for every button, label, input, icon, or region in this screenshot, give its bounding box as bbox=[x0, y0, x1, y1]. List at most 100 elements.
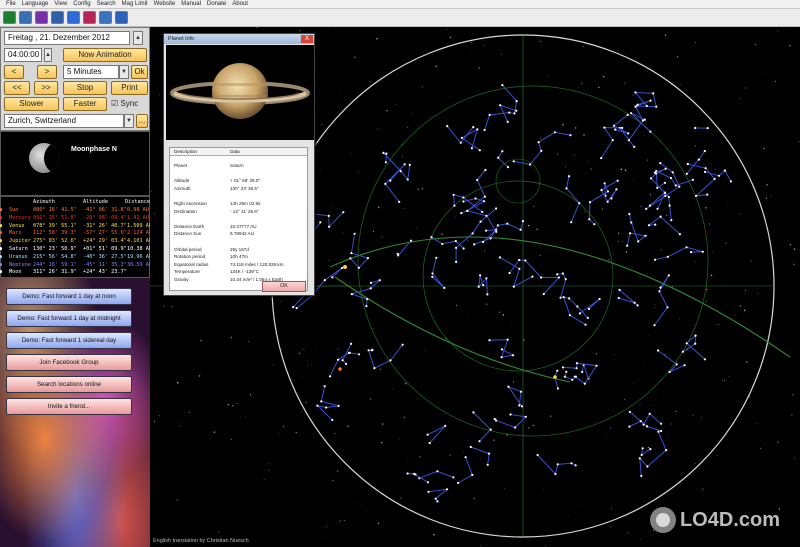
menu-website[interactable]: Website bbox=[151, 0, 179, 8]
star bbox=[485, 303, 488, 305]
constellation-line bbox=[453, 194, 483, 213]
demo-button[interactable]: Invite a friend... bbox=[6, 398, 132, 415]
stop-button[interactable]: Stop bbox=[63, 81, 107, 95]
planet-distance: 30.59 AU bbox=[127, 261, 152, 268]
menu-mag-limit[interactable]: Mag Limit bbox=[119, 0, 151, 8]
star bbox=[582, 154, 584, 156]
world-icon[interactable] bbox=[99, 11, 112, 24]
sync-checkbox[interactable]: ☑ Sync bbox=[111, 97, 138, 111]
menu-config[interactable]: Config bbox=[70, 0, 93, 8]
step-forward-button[interactable]: > bbox=[37, 65, 57, 79]
planet-row[interactable]: ● Saturn 130° 23' 50.9" +01° 51' 09.9" 10.38… bbox=[0, 246, 152, 253]
step-size-select[interactable]: 5 Minutes bbox=[63, 65, 119, 79]
planet-row[interactable]: ● Jupiter 275° 03' 52.6" +24° 29' 03.4" 4.10… bbox=[0, 238, 152, 245]
close-icon[interactable]: X bbox=[301, 35, 313, 43]
constellation-star bbox=[349, 257, 352, 260]
constellation-star bbox=[389, 359, 392, 362]
time-field[interactable]: 04:00:00 bbox=[4, 48, 42, 62]
star bbox=[498, 311, 500, 313]
constellation-star bbox=[483, 128, 486, 132]
palette-icon[interactable] bbox=[35, 11, 48, 24]
constellation-line bbox=[489, 339, 515, 358]
constellation-star bbox=[528, 163, 532, 166]
location-select[interactable]: Zurich, Switzerland bbox=[4, 114, 124, 128]
info-value: 10.37777 AU bbox=[230, 223, 257, 229]
star bbox=[321, 123, 323, 125]
demo-button[interactable]: Demo: Fast forward 1 day at noon bbox=[6, 288, 132, 305]
constellation-star bbox=[358, 353, 361, 356]
star bbox=[412, 112, 414, 114]
demo-button[interactable]: Demo: Fast forward 1 day at midnight bbox=[6, 310, 132, 327]
date-field[interactable]: Freitag , 21. Dezember 2012 bbox=[4, 31, 130, 45]
planet-row[interactable]: ● Venus 078° 39' 55.1" -31° 26' 40.7" 1.509 … bbox=[0, 223, 152, 230]
fast-back-button[interactable]: << bbox=[4, 81, 30, 95]
menu-about[interactable]: About bbox=[229, 0, 251, 8]
star bbox=[595, 353, 598, 355]
constellation-star bbox=[640, 474, 643, 477]
planet-row[interactable]: ● Uranus 215° 56' 54.8" -40° 36' 27.5" 19.96… bbox=[0, 254, 152, 261]
star bbox=[399, 437, 400, 439]
demo-button[interactable]: Join Facebook Group bbox=[6, 354, 132, 371]
step-size-dropdown-icon[interactable]: ▼ bbox=[119, 65, 129, 79]
slower-button[interactable]: Slower bbox=[4, 97, 59, 111]
constellation-star bbox=[501, 150, 504, 153]
constellation-star bbox=[648, 412, 651, 415]
constellation-star bbox=[655, 172, 658, 175]
constellation-line bbox=[612, 114, 629, 134]
star bbox=[325, 538, 327, 539]
constellation-star bbox=[706, 193, 709, 196]
step-back-button[interactable]: < bbox=[4, 65, 24, 79]
planet-row[interactable]: ● Mars 112° 58' 39.3" -57° 27' 55.6" 2.124 A… bbox=[0, 230, 152, 237]
star bbox=[246, 483, 247, 485]
now-animation-button[interactable]: Now Animation bbox=[63, 48, 147, 62]
planet-row[interactable]: ● Moon 311° 26' 31.9" +24° 43' 23.7" bbox=[0, 269, 149, 276]
cloud-icon[interactable] bbox=[67, 11, 80, 24]
time-spinner[interactable]: ▲ bbox=[44, 48, 52, 62]
star bbox=[609, 427, 612, 430]
menu-language[interactable]: Language bbox=[19, 0, 52, 8]
heart-icon[interactable] bbox=[83, 11, 96, 24]
menu-view[interactable]: View bbox=[51, 0, 70, 8]
faster-button[interactable]: Faster bbox=[63, 97, 107, 111]
print-button[interactable]: Print bbox=[111, 81, 148, 95]
planet-row[interactable]: ● Neptune 244° 16' 59.1" -45° 11' 35.3" 30.5… bbox=[0, 261, 152, 269]
constellation-star bbox=[685, 172, 688, 175]
star bbox=[680, 84, 682, 86]
constellation-star bbox=[570, 221, 573, 224]
planetarium-app: File Language View Config Search Mag Lim… bbox=[0, 0, 800, 547]
planet-altitude: -41° 06' 31.8" bbox=[83, 207, 127, 213]
star bbox=[227, 404, 230, 406]
demo-button[interactable]: Search locations online bbox=[6, 376, 132, 393]
star bbox=[263, 377, 265, 378]
constellation-star bbox=[441, 242, 444, 246]
date-spinner[interactable]: ▲ bbox=[133, 31, 143, 45]
menu-donate[interactable]: Donate bbox=[204, 0, 229, 8]
constellation-star bbox=[485, 229, 488, 232]
fast-forward-button[interactable]: >> bbox=[34, 81, 58, 95]
constellation-line bbox=[686, 150, 706, 175]
green-square-icon[interactable] bbox=[3, 11, 16, 24]
menu-manual[interactable]: Manual bbox=[178, 0, 204, 8]
star bbox=[670, 423, 672, 425]
location-more-button[interactable]: ... bbox=[136, 114, 148, 128]
star bbox=[660, 249, 662, 251]
planet-row[interactable]: ● Mercury 091° 15' 51.8" -29° 08' 09.4" 1.42… bbox=[0, 215, 149, 222]
star bbox=[493, 245, 494, 247]
star bbox=[789, 45, 791, 47]
menu-search[interactable]: Search bbox=[94, 0, 119, 8]
help-icon[interactable] bbox=[115, 11, 128, 24]
star bbox=[268, 469, 270, 472]
constellation-star bbox=[559, 296, 562, 299]
location-dropdown-icon[interactable]: ▼ bbox=[124, 114, 134, 128]
star bbox=[543, 370, 545, 371]
constellation-star bbox=[576, 305, 579, 308]
planet-row[interactable]: ● Sun 080° 16' 41.5" -41° 06' 31.8" 0.98 AU bbox=[0, 207, 149, 214]
menu-file[interactable]: File bbox=[3, 0, 19, 8]
monitor-icon[interactable] bbox=[51, 11, 64, 24]
ok-button[interactable]: Ok bbox=[131, 65, 148, 79]
constellation-star bbox=[670, 219, 673, 222]
constellation-star bbox=[649, 130, 652, 133]
image-icon[interactable] bbox=[19, 11, 32, 24]
dialog-ok-button[interactable]: OK bbox=[262, 281, 306, 292]
demo-button[interactable]: Demo: Fast forward 1 sidereal day bbox=[6, 332, 132, 349]
